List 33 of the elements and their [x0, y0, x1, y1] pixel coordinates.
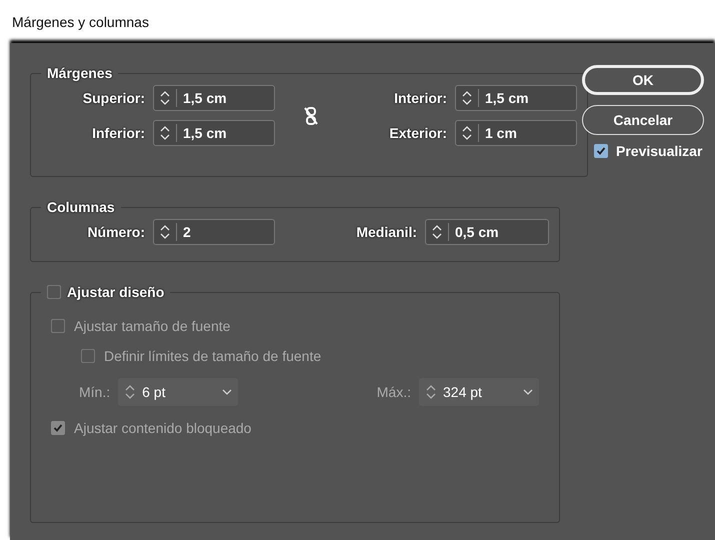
- field-label: Mín.:: [79, 384, 110, 400]
- number-field[interactable]: 1,5 cm: [153, 85, 275, 111]
- window-title: Márgenes y columnas: [12, 14, 149, 30]
- dialog-button[interactable]: OK: [582, 65, 704, 95]
- dropdown-field[interactable]: 6 pt: [118, 378, 238, 406]
- caret-icon: [222, 389, 232, 395]
- number-field[interactable]: 1,5 cm: [153, 120, 275, 146]
- checkbox[interactable]: [51, 319, 65, 333]
- checkbox[interactable]: [47, 285, 61, 299]
- panel-title: Márgenes: [46, 65, 114, 81]
- field-label: Exterior:: [389, 125, 447, 141]
- checkbox-label[interactable]: Ajustar diseño: [67, 284, 164, 300]
- checkbox-label[interactable]: Previsualizar: [616, 143, 702, 159]
- dropdown-field[interactable]: 324 pt: [419, 378, 539, 406]
- panel-title: Columnas: [46, 199, 116, 215]
- broken-link-icon[interactable]: [304, 106, 318, 126]
- caret-icon: [523, 389, 533, 395]
- number-field[interactable]: 2: [153, 219, 275, 245]
- field-label: Inferior:: [92, 125, 145, 141]
- number-field[interactable]: 0,5 cm: [425, 219, 549, 245]
- field-label: Superior:: [82, 90, 145, 106]
- spinner-arrows-icon[interactable]: [124, 383, 136, 401]
- number-field[interactable]: 1,5 cm: [455, 85, 577, 111]
- field-label: Interior:: [394, 90, 447, 106]
- checkbox[interactable]: [594, 144, 608, 158]
- field-label: Medianil:: [356, 224, 417, 240]
- number-field[interactable]: 1 cm: [455, 120, 577, 146]
- checkbox[interactable]: [81, 349, 95, 363]
- field-label: Número:: [87, 224, 145, 240]
- checkbox[interactable]: [51, 421, 65, 435]
- field-label: Máx.:: [376, 384, 411, 400]
- spinner-arrows-icon[interactable]: [425, 383, 437, 401]
- dialog-button[interactable]: Cancelar: [582, 105, 704, 135]
